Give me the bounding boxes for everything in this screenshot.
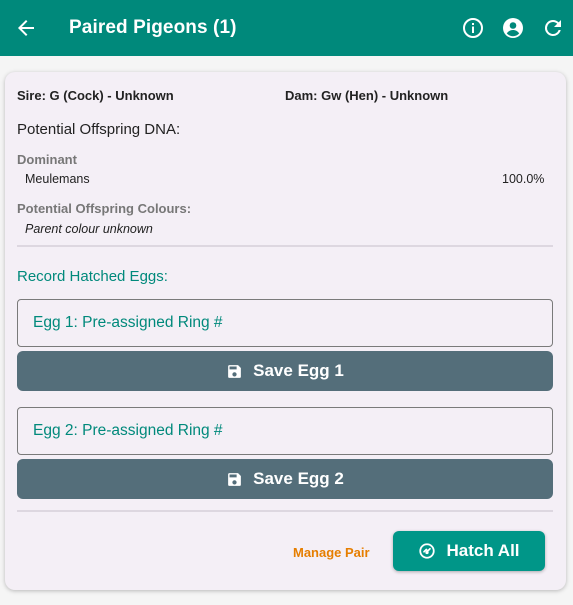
dam-label: Dam: Gw (Hen) - Unknown [285,88,449,103]
dominant-name: Meulemans [25,172,90,186]
save-egg-2-label: Save Egg 2 [253,469,344,488]
save-egg-2-button[interactable]: Save Egg 2 [17,459,553,499]
save-icon [228,364,242,378]
dominant-label: Dominant [17,152,77,167]
refresh-icon[interactable] [541,16,565,40]
divider [17,245,553,247]
colours-label: Potential Offspring Colours: [17,201,192,216]
app-bar: Paired Pigeons (1) [0,0,573,56]
dna-heading: Potential Offspring DNA: [17,121,181,138]
pair-card: Sire: G (Cock) - Unknown Dam: Gw (Hen) -… [5,72,566,590]
divider [17,510,553,512]
dominant-percentage: 100.0% [502,172,545,186]
colours-value: Parent colour unknown [25,222,153,236]
record-eggs-heading: Record Hatched Eggs: [17,268,168,285]
save-egg-1-label: Save Egg 1 [253,361,344,380]
hatch-all-button[interactable]: Hatch All [393,531,545,571]
egg-hatch-icon [419,543,436,559]
egg-2-ring-input[interactable]: Egg 2: Pre-assigned Ring # [17,407,553,455]
hatch-all-label: Hatch All [446,541,520,560]
info-icon[interactable] [461,16,485,40]
save-egg-1-button[interactable]: Save Egg 1 [17,351,553,391]
save-icon [228,472,242,486]
account-circle-icon[interactable] [501,16,525,40]
manage-pair-link[interactable]: Manage Pair [293,545,370,560]
page-title: Paired Pigeons (1) [69,17,237,38]
sire-label: Sire: G (Cock) - Unknown [17,88,174,103]
back-arrow-icon[interactable] [14,16,38,40]
egg-1-ring-input[interactable]: Egg 1: Pre-assigned Ring # [17,299,553,347]
